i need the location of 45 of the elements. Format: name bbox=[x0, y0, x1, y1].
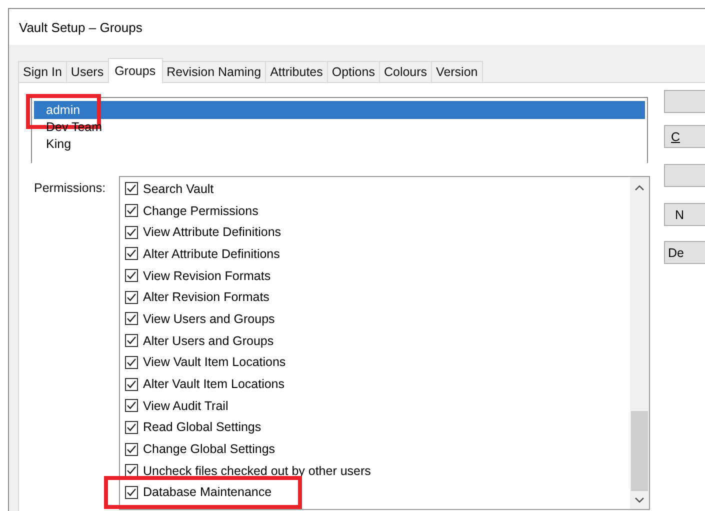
checkbox[interactable] bbox=[125, 290, 138, 304]
checkbox[interactable] bbox=[125, 334, 138, 348]
tab[interactable]: Revision Naming bbox=[162, 61, 266, 82]
permissions-label: Permissions: bbox=[33, 180, 107, 197]
tab[interactable]: Version bbox=[431, 61, 483, 82]
window-title: Vault Setup – Groups bbox=[19, 20, 142, 34]
group-item[interactable]: King bbox=[34, 135, 645, 153]
permission-label: Alter Users and Groups bbox=[143, 334, 274, 348]
permission-label: View Vault Item Locations bbox=[143, 355, 286, 370]
permission-label: Alter Revision Formats bbox=[143, 290, 270, 304]
checkbox[interactable] bbox=[125, 464, 138, 478]
checkbox[interactable] bbox=[125, 442, 138, 456]
permission-label: Database Maintenance bbox=[143, 485, 272, 500]
checkbox[interactable] bbox=[125, 356, 138, 369]
tab[interactable]: Options bbox=[326, 61, 380, 82]
permission-label: Read Global Settings bbox=[143, 420, 262, 434]
group-item[interactable]: admin bbox=[34, 101, 645, 119]
permission-label: View Audit Trail bbox=[143, 398, 228, 413]
scrollbar-thumb[interactable] bbox=[631, 411, 648, 491]
permission-label: View Attribute Definitions bbox=[143, 225, 282, 240]
dialog-button[interactable]: De bbox=[664, 241, 705, 264]
scroll-down-icon[interactable] bbox=[635, 497, 644, 503]
checkbox[interactable] bbox=[125, 247, 138, 260]
checkbox[interactable] bbox=[125, 226, 138, 239]
permission-label: View Revision Formats bbox=[143, 268, 271, 283]
checkbox[interactable] bbox=[125, 312, 138, 326]
checkbox[interactable] bbox=[125, 269, 138, 282]
scrollbar[interactable] bbox=[630, 177, 649, 509]
checkbox[interactable] bbox=[125, 486, 138, 499]
checkbox[interactable] bbox=[125, 378, 138, 391]
dialog-button[interactable]: C bbox=[664, 125, 705, 148]
dialog-button[interactable]: N bbox=[664, 203, 705, 226]
permission-label: Alter Attribute Definitions bbox=[143, 246, 280, 261]
scroll-up-icon[interactable] bbox=[635, 185, 644, 191]
tab[interactable]: Groups bbox=[108, 58, 163, 83]
permission-label: Alter Vault Item Locations bbox=[143, 377, 285, 392]
permission-label: View Users and Groups bbox=[143, 312, 275, 326]
checkbox[interactable] bbox=[125, 399, 138, 412]
permission-label: Change Global Settings bbox=[143, 442, 276, 456]
checkbox[interactable] bbox=[125, 182, 138, 196]
permission-label: Change Permissions bbox=[143, 204, 258, 218]
tab[interactable]: Sign In bbox=[18, 61, 67, 82]
permission-label: Search Vault bbox=[143, 182, 214, 196]
checkbox[interactable] bbox=[125, 204, 138, 218]
checkbox[interactable] bbox=[125, 420, 138, 434]
